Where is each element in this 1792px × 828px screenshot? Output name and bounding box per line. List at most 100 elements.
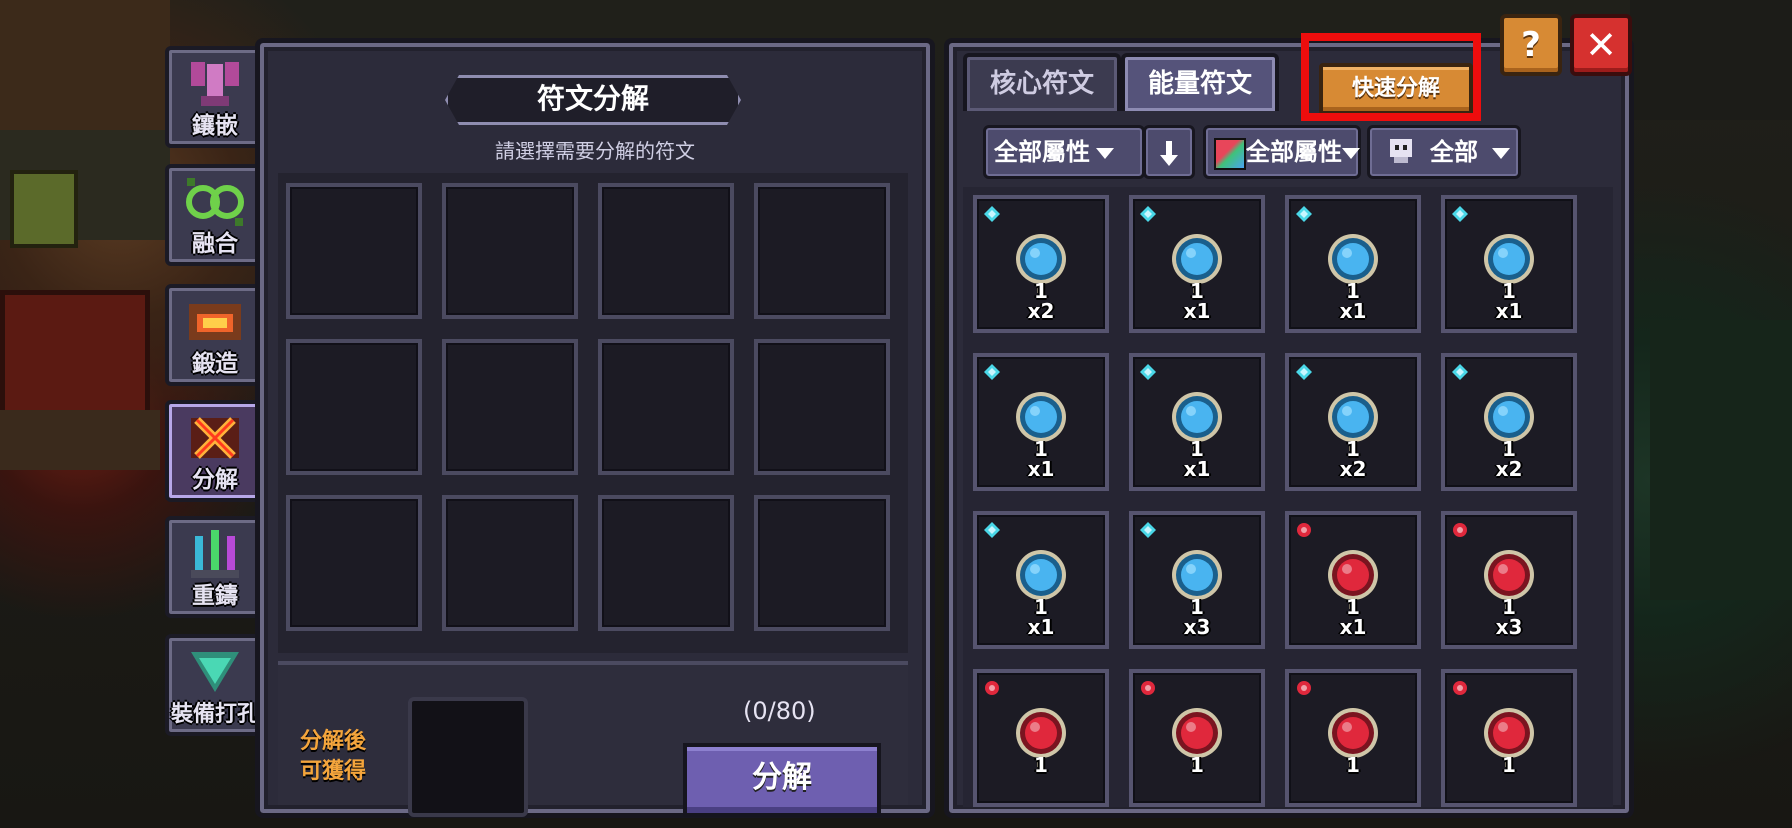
chevron-down-icon	[1096, 147, 1114, 159]
decompose-button[interactable]: 分解	[683, 743, 881, 817]
rune-quantity: x2	[1495, 457, 1523, 481]
rune-card[interactable]: 1	[1285, 669, 1421, 807]
decompose-icon	[191, 417, 239, 459]
water-element-icon	[1140, 522, 1156, 538]
rune-card[interactable]: 1	[1441, 669, 1577, 807]
page-title: 符文分解	[536, 82, 649, 115]
inlay-icon	[191, 62, 239, 106]
water-element-icon	[1452, 364, 1468, 380]
rune-card[interactable]: 1 x2	[973, 195, 1109, 333]
skull-icon	[1390, 139, 1412, 163]
fire-element-icon	[1141, 681, 1155, 695]
rune-slot[interactable]	[286, 339, 422, 475]
rune-card[interactable]: 1 x1	[1129, 195, 1265, 333]
attribute-filter-label: 全部屬性	[994, 138, 1090, 166]
rune-slot[interactable]	[286, 495, 422, 631]
tab-energy-runes[interactable]: 能量符文	[1121, 53, 1279, 111]
rune-quantity: x3	[1495, 615, 1523, 639]
attribute-filter-dropdown[interactable]: 全部屬性	[983, 125, 1145, 179]
rune-card[interactable]: 1 x2	[1285, 353, 1421, 491]
rune-card[interactable]: 1 x1	[1285, 511, 1421, 649]
quick-decompose-highlight	[1301, 33, 1481, 121]
sort-button[interactable]	[1143, 125, 1195, 179]
rune-card[interactable]: 1 x1	[1441, 195, 1577, 333]
rune-slot[interactable]	[598, 495, 734, 631]
water-element-icon	[1140, 206, 1156, 222]
decompose-panel: 符文分解 請選擇需要分解的符文 分解後 可獲得 (0/80) 分解	[255, 38, 935, 818]
water-element-icon	[1296, 364, 1312, 380]
rune-slot[interactable]	[754, 339, 890, 475]
fire-element-icon	[1453, 681, 1467, 695]
close-button[interactable]: ✕	[1570, 14, 1632, 76]
rune-quantity: x3	[1183, 615, 1211, 639]
rune-slot[interactable]	[598, 183, 734, 319]
type-filter-label: 全部	[1430, 138, 1478, 166]
side-tab-label: 裝備打孔	[170, 702, 259, 727]
side-tab-label: 鑲嵌	[192, 113, 238, 139]
water-element-icon	[1296, 206, 1312, 222]
color-attribute-filter-dropdown[interactable]: 全部屬性	[1203, 125, 1361, 179]
fire-element-icon	[1453, 523, 1467, 537]
side-tab-recast[interactable]: 重鑄	[165, 516, 265, 618]
side-tab-fusion[interactable]: 融合	[165, 164, 265, 266]
rune-card[interactable]: 1 x1	[973, 353, 1109, 491]
rune-quantity: x1	[1339, 615, 1367, 639]
rune-slot[interactable]	[286, 183, 422, 319]
decompose-footer: 分解後 可獲得 (0/80) 分解	[278, 661, 908, 817]
selected-rune-grid	[278, 173, 908, 653]
rune-quantity: x1	[1183, 299, 1211, 323]
rune-quantity: x1	[1495, 299, 1523, 323]
fusion-icon	[186, 178, 244, 226]
rune-level: 1	[1190, 753, 1204, 777]
rune-card[interactable]: 1 x1	[1285, 195, 1421, 333]
rune-quantity: x2	[1339, 457, 1367, 481]
side-tab-label: 分解	[192, 467, 238, 493]
selection-count: (0/80)	[743, 697, 816, 725]
rune-slot[interactable]	[598, 339, 734, 475]
side-tab-inlay[interactable]: 鑲嵌	[165, 46, 265, 148]
water-element-icon	[1140, 364, 1156, 380]
rune-slot[interactable]	[754, 495, 890, 631]
rune-quantity: x1	[1027, 615, 1055, 639]
side-tab-socket[interactable]: 裝備打孔	[165, 634, 265, 736]
yield-label-line1: 分解後	[300, 729, 367, 754]
rune-card[interactable]: 1	[1129, 669, 1265, 807]
rune-level: 1	[1034, 753, 1048, 777]
water-element-icon	[984, 522, 1000, 538]
side-tab-forge[interactable]: 鍛造	[165, 284, 265, 386]
chevron-down-icon	[1342, 147, 1360, 159]
rune-slot[interactable]	[754, 183, 890, 319]
rune-slot[interactable]	[442, 183, 578, 319]
yield-label-line2: 可獲得	[300, 759, 367, 784]
help-button[interactable]: ?	[1500, 14, 1562, 76]
rune-slot[interactable]	[442, 339, 578, 475]
rune-slot[interactable]	[442, 495, 578, 631]
rune-inventory-grid: 1 x2 1 x1 1 x1 1 x1 1 x1 1 x1 1 x2 1 x2 1 x1 1 x3 1 x1 1 x3 1 1 1 1	[963, 187, 1613, 807]
yield-preview-slot	[408, 697, 528, 817]
color-swatch-icon	[1214, 138, 1246, 170]
rune-quantity: x2	[1027, 299, 1055, 323]
side-tab-label: 鍛造	[192, 351, 238, 377]
forge-icon	[189, 304, 241, 340]
tab-core-runes[interactable]: 核心符文	[963, 53, 1121, 111]
fire-element-icon	[1297, 523, 1311, 537]
rune-level: 1	[1502, 753, 1516, 777]
side-tab-label: 重鑄	[192, 583, 238, 609]
rune-card[interactable]: 1 x3	[1129, 511, 1265, 649]
instruction-text: 請選擇需要分解的符文	[495, 139, 695, 163]
recast-icon	[191, 530, 239, 578]
rune-card[interactable]: 1 x1	[1129, 353, 1265, 491]
rune-card[interactable]: 1 x3	[1441, 511, 1577, 649]
rune-card[interactable]: 1 x1	[973, 511, 1109, 649]
socket-icon	[191, 652, 239, 692]
rune-inventory-panel: 核心符文 能量符文 快速分解 全部屬性 全部屬性 全部 1 x2 1 x1 1 x1 1 x1…	[944, 33, 1634, 818]
yield-label: 分解後 可獲得	[300, 727, 366, 787]
color-attribute-filter-label: 全部屬性	[1246, 138, 1342, 166]
chevron-down-icon	[1492, 147, 1510, 159]
side-tab-decompose[interactable]: 分解	[165, 400, 265, 502]
rune-card[interactable]: 1 x2	[1441, 353, 1577, 491]
rune-card[interactable]: 1	[973, 669, 1109, 807]
side-tab-label: 融合	[192, 231, 238, 257]
sort-down-arrow-icon	[1160, 141, 1178, 166]
type-filter-dropdown[interactable]: 全部	[1367, 125, 1521, 179]
